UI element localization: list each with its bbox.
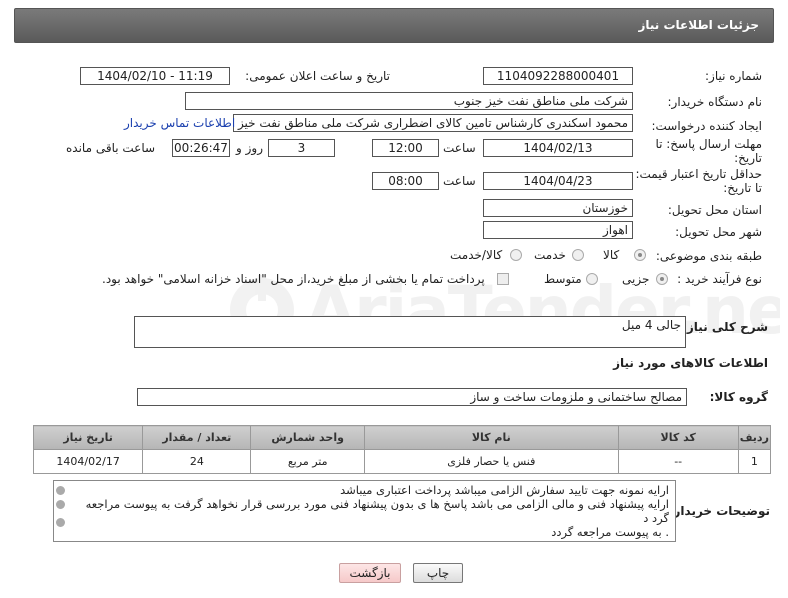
col-qty: تعداد / مقدار <box>142 425 252 450</box>
scroll-down-icon[interactable] <box>56 518 65 527</box>
goods-table: ردیف کد کالا نام کالا واحد شمارش تعداد /… <box>32 425 772 474</box>
deadline-date-field[interactable]: 1404/02/13 <box>483 139 633 157</box>
deadline-label-date: تاریخ: <box>734 151 762 165</box>
need-number-field[interactable]: 1104092288000401 <box>483 67 633 85</box>
category-both-label: کالا/خدمت <box>450 248 503 262</box>
cell-unit: متر مربع <box>250 449 365 474</box>
col-unit: واحد شمارش <box>250 425 365 450</box>
category-service-radio[interactable] <box>572 249 584 261</box>
deadline-time-field[interactable]: 12:00 <box>372 139 439 157</box>
remaining-label: ساعت باقی مانده <box>66 141 156 155</box>
table-row[interactable]: 1 -- فنس یا حصار فلزی متر مربع 24 1404/0… <box>32 449 772 474</box>
validity-time-field[interactable]: 08:00 <box>372 172 439 190</box>
announce-label: تاریخ و ساعت اعلان عمومی: <box>245 69 390 83</box>
summary-textarea[interactable]: جالی 4 میل <box>134 316 686 348</box>
summary-label: شرح کلی نیاز: <box>682 320 768 334</box>
contact-buyer-link[interactable]: اطلاعات تماس خریدار <box>124 116 235 130</box>
creator-field[interactable]: محمود اسکندری کارشناس تامین کالای اضطرار… <box>233 114 633 132</box>
page-header: جزئیات اطلاعات نیاز <box>14 8 774 43</box>
province-label: استان محل تحویل: <box>667 203 762 217</box>
validity-label-date: تا تاریخ: <box>723 181 762 195</box>
category-goods-label: کالا <box>603 248 620 262</box>
validity-label: حداقل تاریخ اعتبار قیمت: <box>635 167 762 181</box>
cell-row: 1 <box>737 449 772 474</box>
process-minor-label: جزیی <box>622 272 650 286</box>
process-minor-radio[interactable] <box>656 273 668 285</box>
goods-table-header: ردیف کد کالا نام کالا واحد شمارش تعداد /… <box>32 425 772 450</box>
goods-info-title: اطلاعات کالاهای مورد نیاز <box>613 356 768 370</box>
treasury-payment-checkbox[interactable] <box>497 273 509 285</box>
goods-group-field[interactable]: مصالح ساختمانی و ملزومات ساخت و ساز <box>137 388 687 406</box>
scroll-thumb-icon[interactable] <box>56 500 65 509</box>
buyer-notes-label: توضیحات خریدار: <box>668 504 770 518</box>
col-date: تاریخ نیاز <box>32 425 144 450</box>
process-medium-label: متوسط <box>544 272 582 286</box>
scroll-up-icon[interactable] <box>56 486 65 495</box>
category-service-label: خدمت <box>534 248 566 262</box>
buyer-notes-textarea[interactable]: ارایه نمونه جهت تایید سفارش الزامی میباش… <box>53 480 676 542</box>
col-row: ردیف <box>737 425 772 450</box>
category-both-radio[interactable] <box>510 249 522 261</box>
notes-line-2: ارایه پیشنهاد فنی و مالی الزامی می باشد … <box>85 497 669 525</box>
deadline-label: مهلت ارسال پاسخ: تا <box>655 137 762 151</box>
province-field[interactable]: خوزستان <box>483 199 633 217</box>
city-field[interactable]: اهواز <box>483 221 633 239</box>
need-number-label: شماره نیاز: <box>705 69 762 83</box>
notes-scrollbar[interactable] <box>54 482 68 538</box>
city-label: شهر محل تحویل: <box>675 225 762 239</box>
process-label: نوع فرآیند خرید : <box>677 272 762 286</box>
col-code: کد کالا <box>617 425 739 450</box>
notes-line-1: ارایه نمونه جهت تایید سفارش الزامی میباش… <box>340 483 669 497</box>
days-field[interactable]: 3 <box>268 139 335 157</box>
cell-date: 1404/02/17 <box>32 449 144 474</box>
cell-code: -- <box>617 449 739 474</box>
creator-label: ایجاد کننده درخواست: <box>651 119 762 133</box>
deadline-time-label: ساعت <box>443 141 476 155</box>
remaining-time-field[interactable]: 00:26:47 <box>172 139 230 157</box>
process-medium-radio[interactable] <box>586 273 598 285</box>
buyer-org-label: نام دستگاه خریدار: <box>667 95 763 109</box>
days-label: روز و <box>236 141 263 155</box>
category-label: طبقه بندی موضوعی: <box>655 249 762 263</box>
back-button[interactable]: بازگشت <box>339 563 401 583</box>
validity-time-label: ساعت <box>443 174 476 188</box>
col-name: نام کالا <box>363 425 619 450</box>
buyer-org-field[interactable]: شرکت ملی مناطق نفت خیز جنوب <box>185 92 633 110</box>
treasury-payment-note: پرداخت تمام یا بخشی از مبلغ خرید،از محل … <box>102 272 485 286</box>
print-button[interactable]: چاپ <box>413 563 463 583</box>
cell-qty: 24 <box>142 449 252 474</box>
cell-name: فنس یا حصار فلزی <box>363 449 619 474</box>
category-goods-radio[interactable] <box>634 249 646 261</box>
goods-group-label: گروه کالا: <box>709 390 768 404</box>
announce-field[interactable]: 1404/02/10 - 11:19 <box>80 67 230 85</box>
validity-date-field[interactable]: 1404/04/23 <box>483 172 633 190</box>
notes-line-3: . به پیوست مراجعه گردد <box>551 525 669 539</box>
